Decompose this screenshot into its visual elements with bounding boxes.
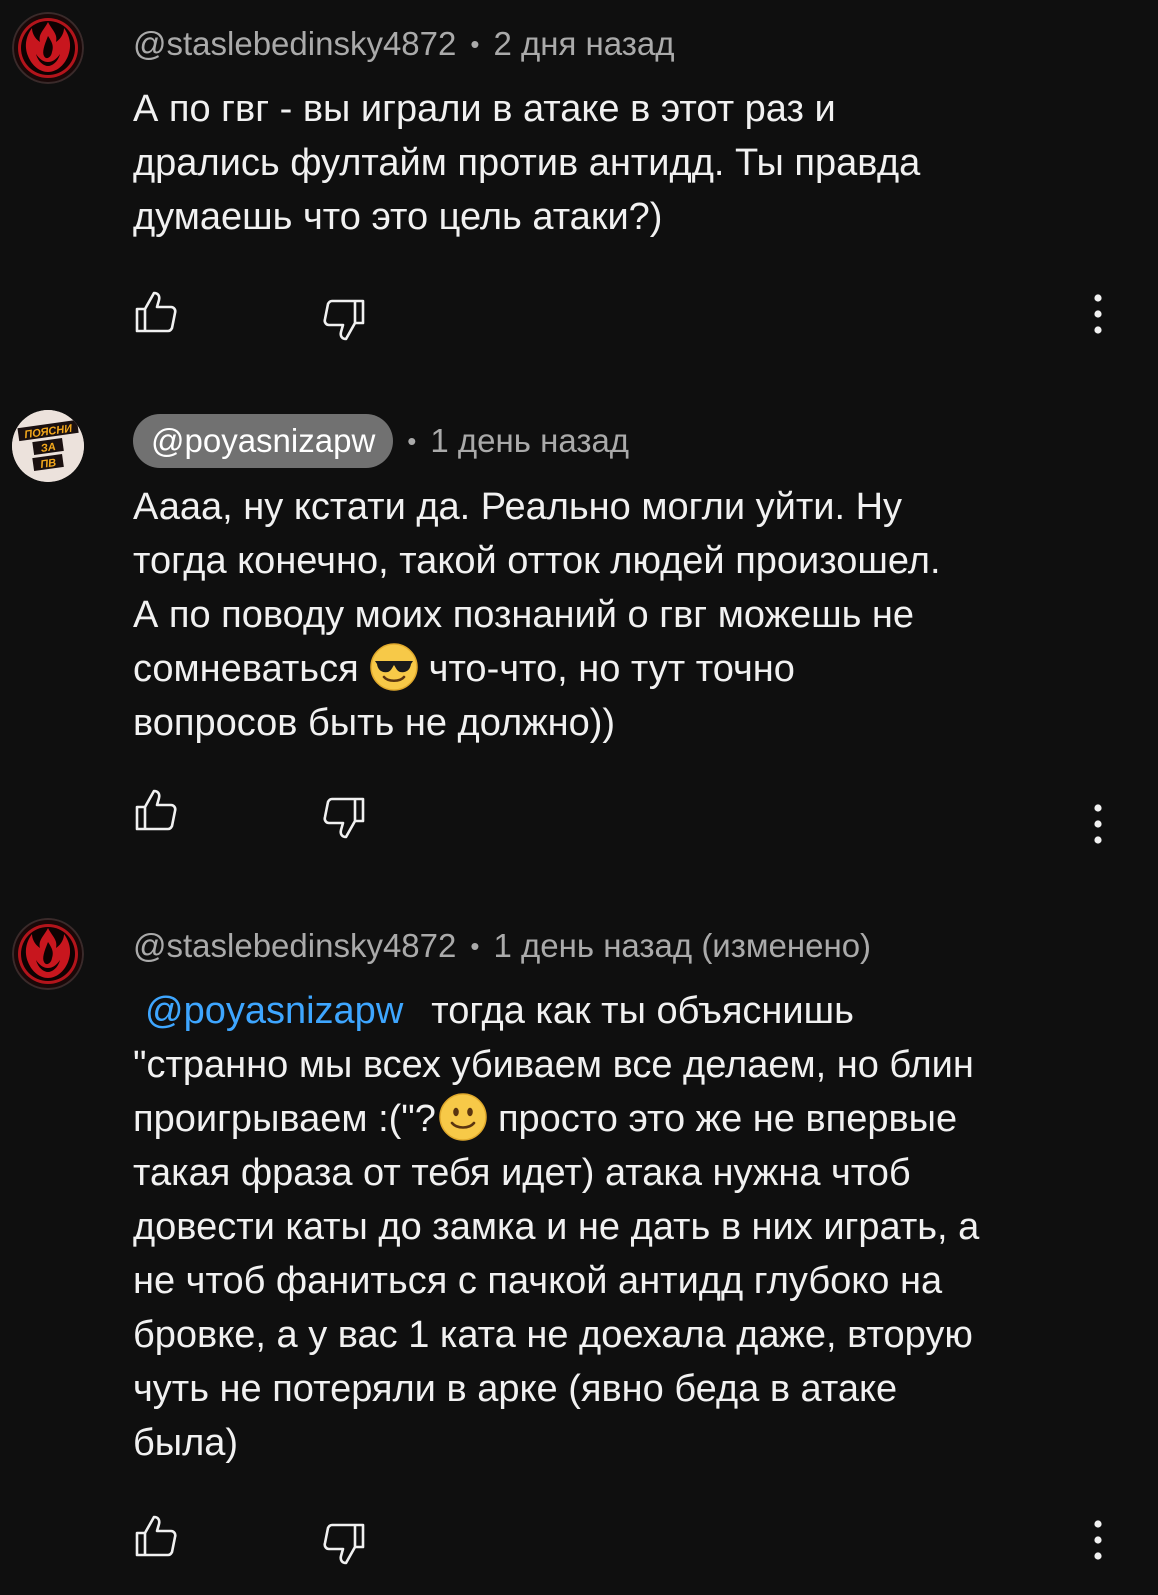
comment-text-part: сомневаться <box>133 648 359 690</box>
comment-line: "странно мы всех убиваем все делаем, но … <box>133 1044 974 1086</box>
comment-time[interactable]: 1 день назад <box>430 422 629 460</box>
comment-line: думаешь что это цель атаки?) <box>133 196 663 238</box>
separator-dot: • <box>470 28 480 59</box>
avatar[interactable] <box>12 918 84 990</box>
avatar[interactable] <box>12 12 84 84</box>
mention-link[interactable]: @poyasnizapw <box>145 990 403 1032</box>
comment-text: Аааа, ну кстати да. Реально могли уйти. … <box>133 480 1123 750</box>
comment-line: Аааа, ну кстати да. Реально могли уйти. … <box>133 486 903 528</box>
like-icon[interactable] <box>132 1512 180 1560</box>
comment-line: А по гвг - вы играли в атаке в этот раз … <box>133 88 836 130</box>
dislike-icon[interactable] <box>320 1520 368 1568</box>
more-vert-icon[interactable] <box>1088 800 1108 848</box>
comment-meta: @staslebedinsky4872 • 1 день назад (изме… <box>133 919 871 973</box>
comment-line: была) <box>133 1422 239 1464</box>
comment-line: А по поводу моих познаний о гвг можешь н… <box>133 594 915 636</box>
comment-line: @poyasnizapw тогда как ты объяснишь <box>133 984 1123 1038</box>
comment-line: тогда конечно, такой отток людей произош… <box>133 540 941 582</box>
separator-dot: • <box>407 425 417 456</box>
logo-text: ЗА <box>40 441 57 455</box>
comment-text-part: что-что, но тут точно <box>428 648 795 690</box>
comment-text: @poyasnizapw тогда как ты объяснишь "стра… <box>133 984 1123 1470</box>
comment-line: довести каты до замка и не дать в них иг… <box>133 1206 980 1248</box>
comment-line: дрались фултайм против антидд. Ты правда <box>133 142 921 184</box>
slightly-smiling-face-icon <box>439 1093 487 1141</box>
comment-text-part: просто это же не впервые <box>497 1098 958 1140</box>
like-icon[interactable] <box>132 288 180 336</box>
comment-time[interactable]: 2 дня назад <box>493 25 674 63</box>
comment-text-part: тогда как ты объяснишь <box>431 990 854 1032</box>
comment-text: А по гвг - вы играли в атаке в этот раз … <box>133 82 1123 244</box>
comment-line: чуть не потеряли в арке (явно беда в ата… <box>133 1368 898 1410</box>
dislike-icon[interactable] <box>320 794 368 842</box>
comment-author[interactable]: @staslebedinsky4872 <box>133 25 456 63</box>
comment-author[interactable]: @staslebedinsky4872 <box>133 927 456 965</box>
like-icon[interactable] <box>132 786 180 834</box>
avatar[interactable]: ПОЯСНИ ЗА ПВ <box>12 410 84 482</box>
separator-dot: • <box>470 930 480 961</box>
comment-time[interactable]: 1 день назад (изменено) <box>493 927 871 965</box>
comment-line: не чтоб фаниться с пачкой антидд глубоко… <box>133 1260 943 1302</box>
comment-line: такая фраза от тебя идет) атака нужна чт… <box>133 1152 911 1194</box>
smiling-face-with-sunglasses-icon <box>369 643 418 691</box>
comment-line: сомневаться что-что, но тут точно <box>133 642 1123 696</box>
more-vert-icon[interactable] <box>1088 290 1108 338</box>
comment-author-chip[interactable]: @poyasnizapw <box>133 414 394 468</box>
comment-meta: @staslebedinsky4872 • 2 дня назад <box>133 17 674 71</box>
comment-line: вопросов быть не должно)) <box>133 702 616 744</box>
comment-line: проигрываем :("? просто это же не впервы… <box>133 1092 1123 1146</box>
fire-nation-emblem-icon <box>12 12 84 84</box>
fire-nation-emblem-icon <box>12 918 84 990</box>
comment-text-part: проигрываем :("? <box>133 1098 436 1140</box>
logo-text: ПВ <box>40 457 57 471</box>
comment-line: бровке, а у вас 1 ката не доехала даже, … <box>133 1314 973 1356</box>
more-vert-icon[interactable] <box>1088 1516 1108 1564</box>
comment-meta: @poyasnizapw • 1 день назад <box>133 414 629 468</box>
dislike-icon[interactable] <box>320 296 368 344</box>
channel-logo: ПОЯСНИ ЗА ПВ <box>12 410 84 482</box>
